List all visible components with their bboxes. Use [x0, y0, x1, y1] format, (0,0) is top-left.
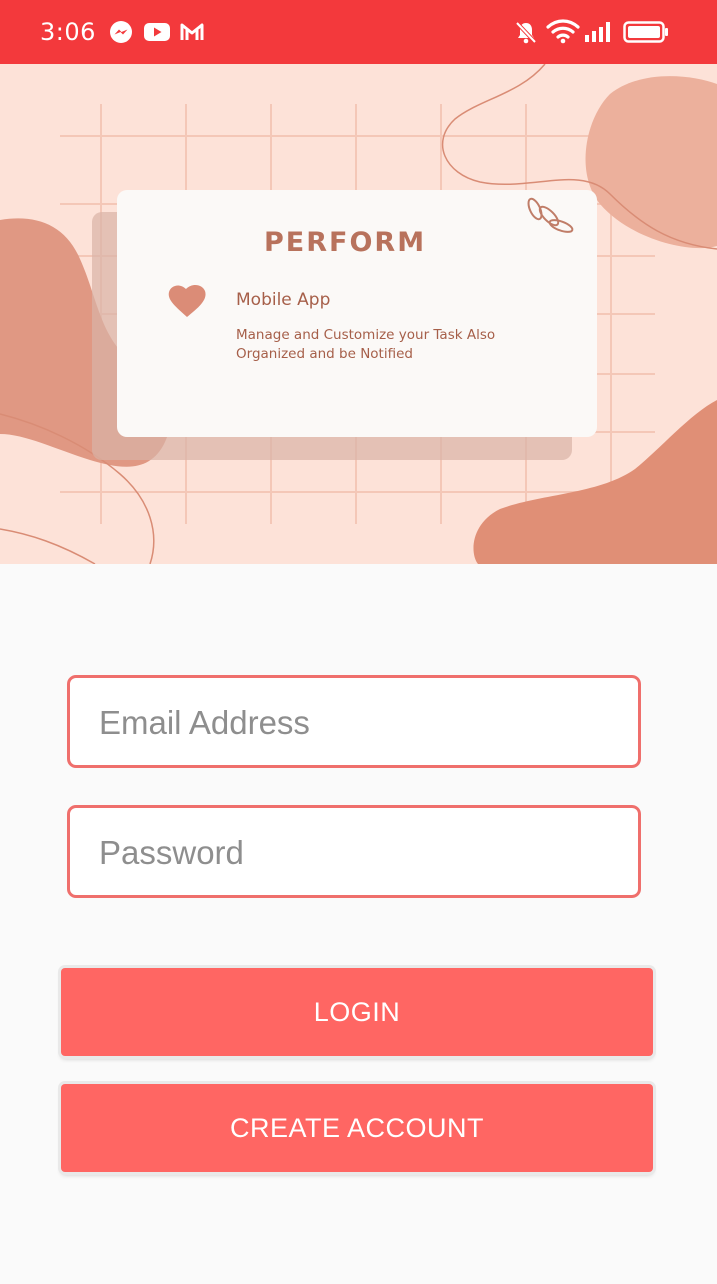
password-input[interactable] [97, 808, 621, 897]
status-bar: 3:06 [0, 0, 717, 64]
hero-banner: PERFORM Mobile App Manage and Customize … [0, 64, 717, 564]
signal-icon [585, 22, 610, 42]
blob-top-right [585, 76, 717, 249]
messenger-icon [110, 21, 132, 43]
wifi-icon [546, 19, 580, 44]
email-field[interactable] [67, 675, 641, 768]
create-account-button[interactable]: CREATE ACCOUNT [61, 1084, 653, 1172]
gmail-icon [180, 23, 204, 40]
password-field[interactable] [67, 805, 641, 898]
hero-illustration [0, 64, 717, 564]
battery-icon [623, 21, 668, 43]
silent-bell-icon [515, 21, 537, 44]
email-input[interactable] [97, 678, 621, 767]
status-time: 3:06 [40, 18, 96, 46]
app-description: Manage and Customize your Task Also Orga… [236, 327, 496, 362]
app-title: PERFORM [264, 227, 427, 258]
app-subtitle: Mobile App [236, 290, 331, 310]
youtube-icon [144, 23, 170, 41]
login-button[interactable]: LOGIN [61, 968, 653, 1056]
